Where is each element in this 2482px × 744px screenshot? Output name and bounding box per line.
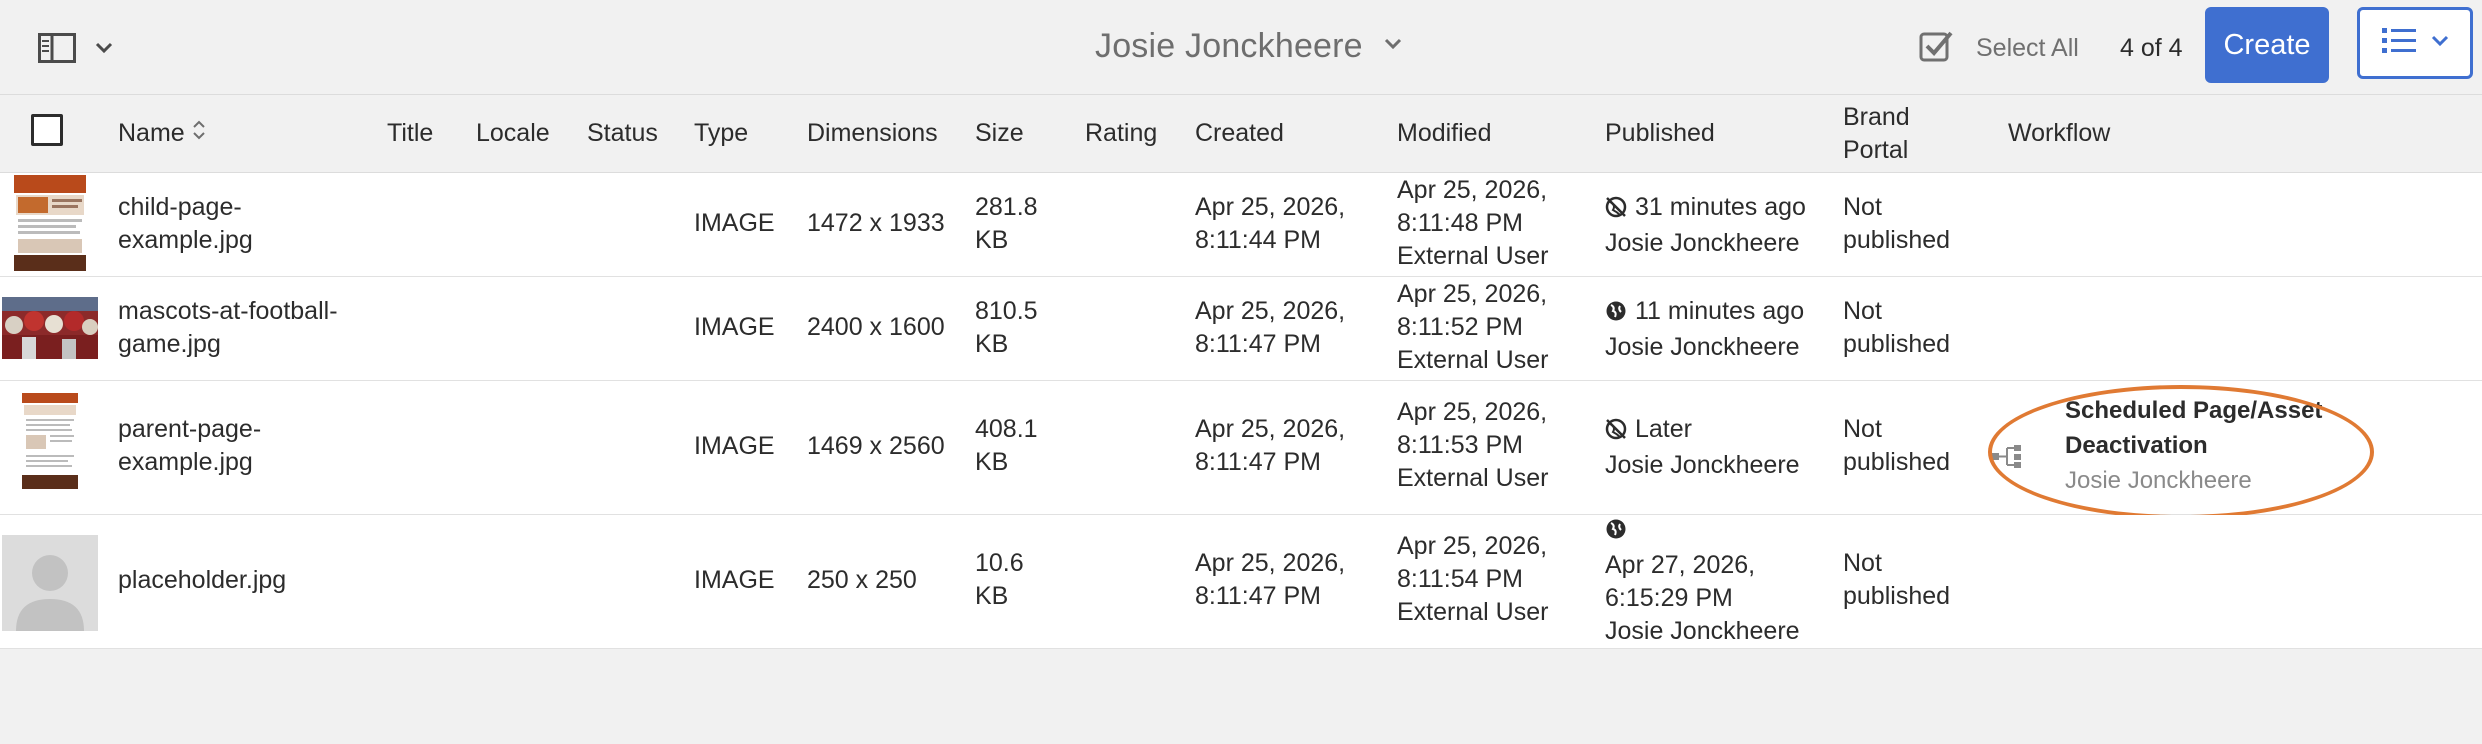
workflow-title: Scheduled Page/Asset: [2065, 397, 2323, 424]
column-header-workflow[interactable]: Workflow: [2008, 95, 2110, 172]
select-all-checkbox[interactable]: [31, 114, 63, 146]
thumbnail-mascots: [2, 297, 98, 359]
page-title: Josie Jonckheere: [1095, 26, 1363, 65]
asset-name[interactable]: child-page- example.jpg: [118, 191, 253, 257]
asset-dimensions: 2400 x 1600: [807, 313, 945, 341]
asset-type: IMAGE: [694, 432, 775, 460]
list-view-icon: [2381, 26, 2417, 61]
top-toolbar: Josie Jonckheere Select All 4 of 4 Creat…: [0, 0, 2482, 95]
asset-dimensions: 1472 x 1933: [807, 209, 945, 237]
chevron-down-icon: [2431, 34, 2449, 52]
chevron-down-icon: [94, 41, 114, 55]
asset-size: 281.8 KB: [975, 193, 1038, 254]
thumbnail-child-page: [2, 173, 98, 273]
asset-modified: Apr 25, 2026, 8:11:54 PM External User: [1397, 532, 1549, 626]
asset-published: Later Josie Jonckheere: [1605, 415, 1800, 479]
select-all-button[interactable]: Select All: [1918, 28, 2079, 68]
column-header-status[interactable]: Status: [587, 95, 658, 172]
unpublished-icon: [1605, 416, 1627, 449]
column-header-modified[interactable]: Modified: [1397, 95, 1492, 172]
thumbnail-parent-page: [22, 393, 78, 489]
table-row[interactable]: placeholder.jpg IMAGE 250 x 250 10.6 KB …: [0, 515, 2482, 649]
column-header-name[interactable]: Name: [118, 95, 207, 172]
thumbnail-placeholder: [2, 535, 98, 631]
asset-name[interactable]: mascots-at-football- game.jpg: [118, 295, 338, 361]
unpublished-icon: [1605, 194, 1627, 227]
asset-created: Apr 25, 2026, 8:11:47 PM: [1195, 415, 1346, 476]
assets-list-page: Josie Jonckheere Select All 4 of 4 Creat…: [0, 0, 2482, 744]
column-header-size[interactable]: Size: [975, 95, 1024, 172]
checkbox-checked-icon: [1918, 28, 1954, 69]
column-header-title[interactable]: Title: [387, 95, 433, 172]
asset-brand-portal: Not published: [1843, 549, 1951, 610]
item-count: 4 of 4: [2120, 34, 2183, 62]
asset-name[interactable]: parent-page- example.jpg: [118, 413, 261, 479]
table-header: Name Title Locale Status Type Dimensions…: [0, 95, 2482, 173]
rail-toggle-button[interactable]: [38, 30, 122, 66]
column-header-published[interactable]: Published: [1605, 95, 1715, 172]
asset-modified: Apr 25, 2026, 8:11:52 PM External User: [1397, 280, 1549, 374]
workflow-initiator: Josie Jonckheere: [2065, 467, 2252, 494]
asset-published: 11 minutes ago Josie Jonckheere: [1605, 297, 1805, 361]
asset-created: Apr 25, 2026, 8:11:47 PM: [1195, 549, 1346, 610]
asset-created: Apr 25, 2026, 8:11:47 PM: [1195, 297, 1346, 358]
globe-icon: [1605, 298, 1627, 331]
column-header-locale[interactable]: Locale: [476, 95, 550, 172]
table-row[interactable]: child-page- example.jpg IMAGE 1472 x 193…: [0, 173, 2482, 277]
asset-name[interactable]: placeholder.jpg: [118, 564, 286, 597]
column-header-brand-portal[interactable]: Brand Portal: [1843, 95, 1910, 172]
asset-dimensions: 1469 x 2560: [807, 432, 945, 460]
table-row[interactable]: mascots-at-football- game.jpg IMAGE 2400…: [0, 277, 2482, 381]
asset-type: IMAGE: [694, 313, 775, 341]
asset-type: IMAGE: [694, 209, 775, 237]
workflow-title-line-2: Deactivation: [2065, 432, 2208, 459]
asset-brand-portal: Not published: [1843, 415, 1951, 476]
asset-size: 810.5 KB: [975, 297, 1038, 358]
asset-published: 31 minutes ago Josie Jonckheere: [1605, 193, 1806, 257]
sort-icon: [191, 117, 207, 150]
column-header-rating[interactable]: Rating: [1085, 95, 1157, 172]
asset-dimensions: 250 x 250: [807, 566, 917, 594]
column-header-type[interactable]: Type: [694, 95, 748, 172]
asset-modified: Apr 25, 2026, 8:11:53 PM External User: [1397, 398, 1549, 492]
asset-brand-portal: Not published: [1843, 193, 1951, 254]
globe-icon: [1605, 516, 1627, 549]
asset-modified: Apr 25, 2026, 8:11:48 PM External User: [1397, 176, 1549, 270]
asset-created: Apr 25, 2026, 8:11:44 PM: [1195, 193, 1346, 254]
asset-size: 408.1 KB: [975, 415, 1038, 476]
folder-title-dropdown[interactable]: Josie Jonckheere: [1095, 22, 1403, 70]
chevron-down-icon: [1383, 37, 1403, 56]
view-switcher-button[interactable]: [2357, 7, 2473, 79]
column-header-created[interactable]: Created: [1195, 95, 1284, 172]
create-button[interactable]: Create: [2205, 7, 2329, 83]
asset-size: 10.6 KB: [975, 549, 1024, 610]
select-all-label: Select All: [1976, 33, 2079, 62]
asset-type: IMAGE: [694, 566, 775, 594]
asset-published: Apr 27, 2026, 6:15:29 PM Josie Jonckheer…: [1605, 513, 1800, 648]
workflow-status[interactable]: Scheduled Page/Asset Deactivation Josie …: [1992, 393, 2370, 498]
workflow-icon: [1992, 445, 2028, 474]
table-row[interactable]: parent-page- example.jpg IMAGE 1469 x 25…: [0, 381, 2482, 519]
rail-panel-icon: [38, 33, 76, 63]
column-header-dimensions[interactable]: Dimensions: [807, 95, 938, 172]
asset-brand-portal: Not published: [1843, 297, 1951, 358]
